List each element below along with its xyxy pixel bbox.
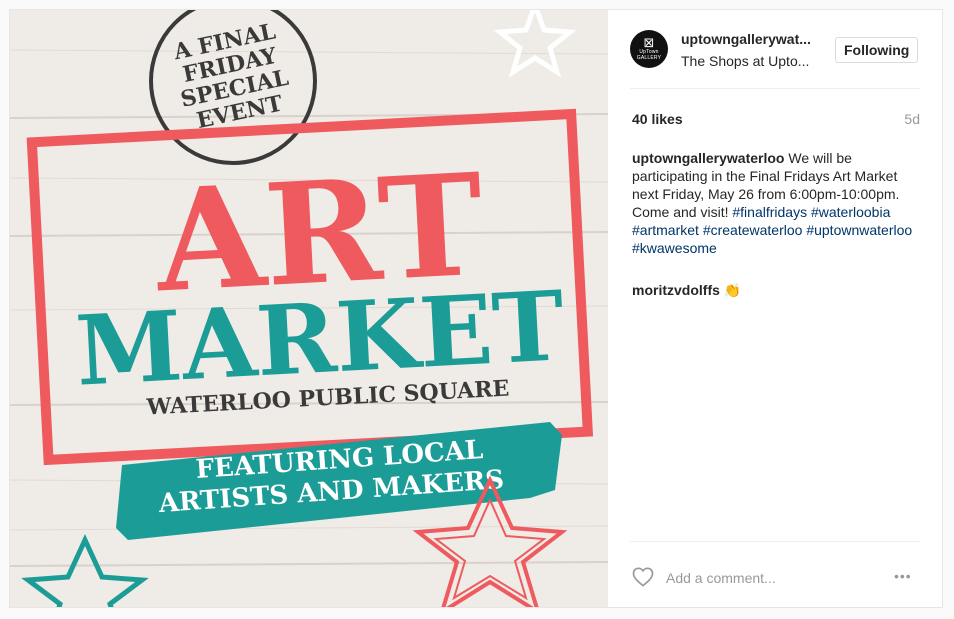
heart-icon[interactable] bbox=[632, 567, 654, 587]
poster-graphic: A FINAL FRIDAY SPECIAL EVENT ART MARKET … bbox=[10, 10, 608, 607]
header-divider bbox=[630, 88, 920, 89]
following-button[interactable]: Following bbox=[835, 37, 919, 63]
hashtag-link[interactable]: #createwaterloo bbox=[703, 222, 803, 238]
comment-row: moritzvdolffs 👏 bbox=[632, 281, 922, 299]
post-location[interactable]: The Shops at Upto... bbox=[681, 53, 831, 69]
hashtag-link[interactable]: #waterloobia bbox=[811, 204, 890, 220]
hashtag-link[interactable]: #artmarket bbox=[632, 222, 699, 238]
post-username[interactable]: uptowngallerywat... bbox=[681, 31, 831, 47]
instagram-post: A FINAL FRIDAY SPECIAL EVENT ART MARKET … bbox=[9, 9, 943, 608]
post-side-panel: ⊠ UpTown GALLERY uptowngallerywat... The… bbox=[608, 10, 942, 607]
comment-username[interactable]: moritzvdolffs bbox=[632, 282, 720, 298]
more-options-icon[interactable]: ••• bbox=[894, 568, 912, 584]
gallery-logo-icon: ⊠ bbox=[643, 35, 655, 50]
post-timestamp[interactable]: 5d bbox=[904, 111, 920, 127]
hashtag-link[interactable]: #kwawesome bbox=[632, 240, 717, 256]
post-header: ⊠ UpTown GALLERY uptowngallerywat... The… bbox=[608, 10, 942, 88]
add-comment-input[interactable] bbox=[666, 567, 866, 589]
avatar[interactable]: ⊠ UpTown GALLERY bbox=[630, 30, 668, 68]
post-caption: uptowngallerywaterloo We will be partici… bbox=[632, 149, 922, 257]
caption-username[interactable]: uptowngallerywaterloo bbox=[632, 150, 784, 166]
likes-count[interactable]: 40 likes bbox=[632, 111, 683, 127]
footer-divider bbox=[630, 541, 920, 542]
hashtag-link[interactable]: #finalfridays bbox=[732, 204, 807, 220]
avatar-label-2: GALLERY bbox=[636, 55, 662, 61]
post-image[interactable]: A FINAL FRIDAY SPECIAL EVENT ART MARKET … bbox=[10, 10, 608, 607]
clapping-hands-icon: 👏 bbox=[723, 282, 742, 298]
hashtag-link[interactable]: #uptownwaterloo bbox=[806, 222, 912, 238]
